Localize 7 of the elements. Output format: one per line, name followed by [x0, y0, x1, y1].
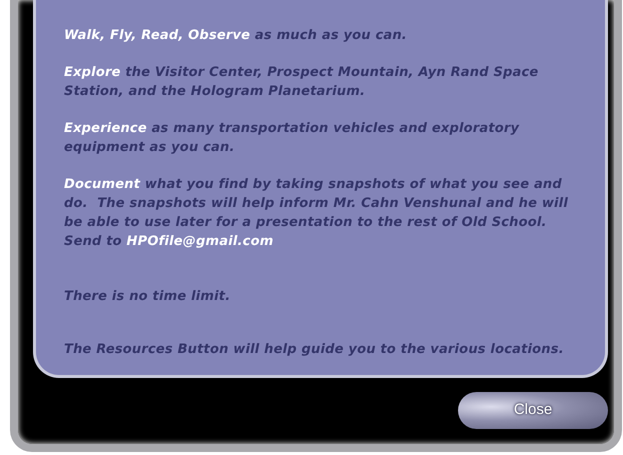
- instruction-text: Explore the Visitor Center, Prospect Mountain, Ayn Rand Space Station, and the Hologram Planetarium.: [64, 64, 540, 101]
- close-button[interactable]: Close: [458, 392, 608, 429]
- instruction-text: The Resources Button will help guide you to the various locations.: [64, 341, 565, 359]
- instruction-text: Document what you find by taking snapshots of what you see and do. The snapshots will help inform Mr. Cahn Venshunal and he will be able to use later for a presentation to the rest of Old School. Send to HPOfile@gmail.com: [64, 176, 569, 251]
- instruction-text: Experience as many transportation vehicles and exploratory equipment as you can.: [64, 120, 520, 157]
- instruction-text: Walk, Fly, Read, Observe as much as you can.: [64, 27, 408, 45]
- instruction-text: There is no time limit.: [64, 288, 232, 306]
